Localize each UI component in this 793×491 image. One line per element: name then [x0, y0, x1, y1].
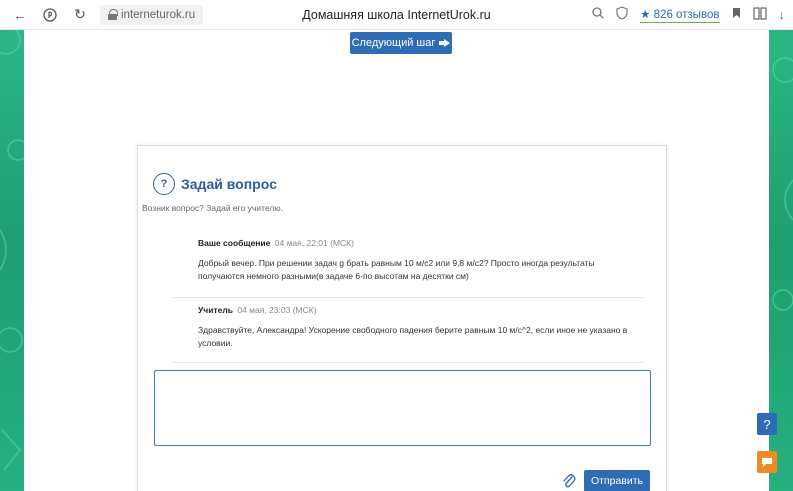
- card-header: ? Задай вопрос: [153, 173, 277, 195]
- message-text: Добрый вечер. При решении задач g брать …: [198, 258, 595, 281]
- chat-bubble-icon: [762, 457, 772, 467]
- arrow-right-icon: [439, 39, 451, 47]
- message-item: Учитель 04 мая, 23:03 (МСК) Здравствуйте…: [173, 305, 643, 363]
- message-time: 04 мая, 23:03 (МСК): [237, 305, 317, 315]
- back-arrow-icon[interactable]: ←: [8, 3, 32, 27]
- next-step-button[interactable]: Следующий шаг: [350, 32, 452, 54]
- message-item: Ваше сообщение 04 мая, 22:01 (МСК) Добры…: [173, 238, 643, 298]
- browser-right-tools: ★ 826 отзывов ↓: [592, 6, 793, 23]
- question-icon: ?: [153, 173, 175, 195]
- protect-icon[interactable]: [616, 6, 628, 23]
- help-button[interactable]: ?: [757, 413, 777, 435]
- url-text: interneturok.ru: [121, 8, 196, 21]
- zoom-icon[interactable]: [592, 7, 604, 22]
- card-title: Задай вопрос: [181, 176, 277, 192]
- background-decoration-left: [0, 0, 24, 491]
- download-icon[interactable]: ↓: [779, 7, 786, 22]
- chat-button[interactable]: [757, 451, 777, 473]
- reload-icon[interactable]: ↻: [68, 3, 92, 27]
- reader-mode-icon[interactable]: [752, 6, 767, 23]
- message-header: Ваше сообщение 04 мая, 22:01 (МСК): [198, 238, 643, 248]
- next-step-label: Следующий шаг: [351, 37, 436, 49]
- message-text: Здравствуйте, Александра! Ускорение своб…: [198, 325, 628, 348]
- message-header: Учитель 04 мая, 23:03 (МСК): [198, 305, 643, 315]
- ask-question-card: ? Задай вопрос Возник вопрос? Задай его …: [137, 145, 667, 491]
- attach-paperclip-icon[interactable]: [562, 473, 576, 489]
- send-button[interactable]: Отправить: [584, 470, 650, 491]
- message-author: Ваше сообщение: [198, 238, 271, 248]
- reviews-link[interactable]: ★ 826 отзывов: [640, 7, 720, 23]
- browser-nav: ← ↻: [8, 3, 92, 27]
- lock-icon: [108, 9, 118, 20]
- bookmark-icon[interactable]: [732, 7, 741, 22]
- yandex-logo-icon[interactable]: [38, 3, 62, 27]
- message-time: 04 мая, 22:01 (МСК): [274, 238, 354, 248]
- address-bar[interactable]: interneturok.ru: [100, 4, 204, 25]
- browser-toolbar: ← ↻ interneturok.ru Домашняя школа Inter…: [0, 0, 793, 30]
- question-textarea[interactable]: [154, 370, 651, 446]
- help-label: ?: [763, 416, 771, 432]
- card-subtitle: Возник вопрос? Задай его учителю.: [142, 203, 284, 213]
- message-author: Учитель: [198, 305, 233, 315]
- page-content: Следующий шаг ? Задай вопрос Возник вопр…: [24, 30, 769, 491]
